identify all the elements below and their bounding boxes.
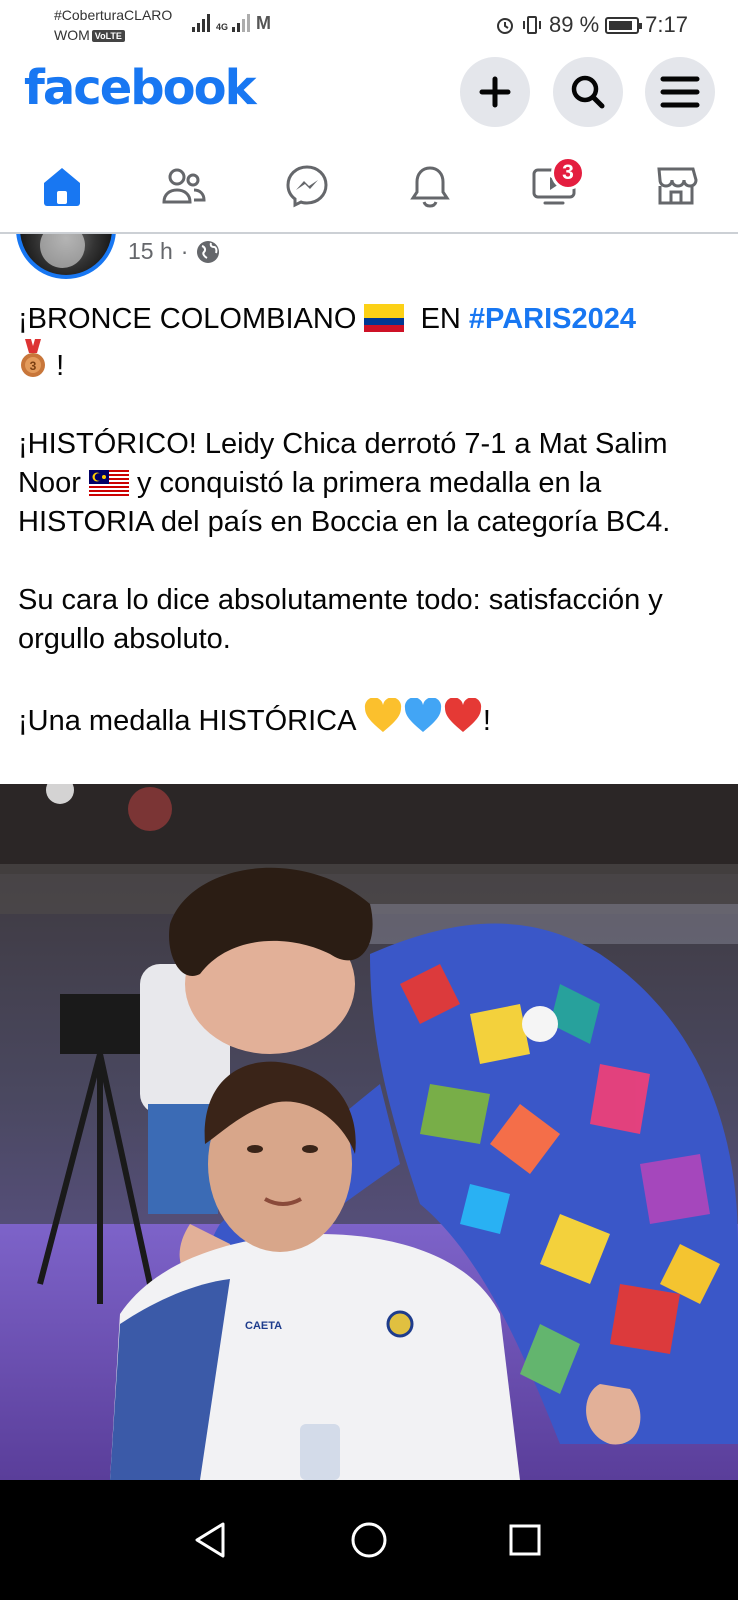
app-header: facebook (0, 52, 738, 132)
tab-marketplace[interactable] (641, 158, 711, 214)
battery-percent: 89 % (549, 12, 600, 37)
home-icon (44, 168, 80, 206)
menu-icon (660, 76, 700, 108)
home-circle-icon (351, 1522, 387, 1558)
back-button[interactable] (180, 1510, 240, 1570)
carrier-name-2: WOM (54, 27, 90, 43)
create-button[interactable] (460, 57, 530, 127)
vibrate-icon (523, 16, 542, 34)
menu-button[interactable] (645, 57, 715, 127)
plus-icon (479, 76, 511, 108)
back-icon (195, 1522, 225, 1558)
hashtag-link[interactable]: #PARIS2024 (469, 303, 636, 335)
post-text: ¡BRONCE COLOMBIANO EN #PARIS2024 3 ! ¡HI… (18, 300, 718, 741)
video-badge: 3 (551, 156, 585, 190)
home-nav-button[interactable] (339, 1510, 399, 1570)
post-header: 15 h · (0, 234, 738, 284)
marketplace-icon (657, 167, 698, 205)
search-button[interactable] (553, 57, 623, 127)
title-text: ¡BRONCE COLOMBIANO (18, 303, 357, 335)
post-meta: 15 h · (128, 238, 220, 265)
network-type: 4G (216, 22, 229, 32)
friends-icon (162, 168, 206, 204)
red-heart-icon (444, 698, 481, 732)
signal-icon (192, 14, 210, 32)
body-text-3-end: ! (482, 705, 491, 737)
search-icon (571, 75, 605, 109)
recents-button[interactable] (495, 1510, 555, 1570)
meta-separator: · (180, 238, 189, 264)
post-time[interactable]: 15 h (128, 238, 173, 265)
post-title-line: ¡BRONCE COLOMBIANO EN #PARIS2024 (18, 300, 718, 339)
status-right: 89 % 7:17 (495, 12, 688, 38)
battery-icon (605, 16, 643, 34)
tab-notifications[interactable] (395, 158, 465, 214)
title-end: ! (56, 350, 65, 382)
yellow-heart-icon (364, 698, 401, 732)
body-text-3: ¡Una medalla HISTÓRICA (18, 705, 355, 737)
svg-text:3: 3 (30, 359, 37, 373)
globe-icon (197, 240, 220, 263)
carrier-info: #CoberturaCLARO WOM VoLTE (54, 5, 172, 45)
tab-home[interactable] (27, 158, 97, 214)
tab-friends[interactable] (149, 158, 219, 214)
title-en: EN (420, 303, 461, 335)
post-body-2: Su cara lo dice absolutamente todo: sati… (18, 584, 663, 655)
facebook-logo[interactable]: facebook (24, 60, 257, 116)
post-body-1: ¡HISTÓRICO! Leidy Chica derrotó 7-1 a Ma… (18, 425, 718, 542)
photo-illustration: CAETA (0, 784, 738, 1480)
carrier-name-1: #CoberturaCLARO (54, 7, 173, 23)
signal-icon (232, 14, 251, 32)
colombia-flag-icon (364, 304, 405, 332)
status-bar: #CoberturaCLARO WOM VoLTE 4G M 89 % 7:17 (0, 0, 738, 52)
battery-fill (609, 20, 633, 30)
tab-video[interactable]: 3 (519, 156, 589, 214)
signal-icons: 4G M (192, 14, 271, 32)
clock: 7:17 (645, 12, 688, 37)
notifications-icon (410, 166, 450, 208)
shirt-text: CAETA (245, 1320, 282, 1332)
bronze-medal-icon: 3 (21, 339, 45, 377)
malaysia-flag-icon (88, 470, 129, 496)
recents-icon (509, 1524, 541, 1556)
gmail-icon: M (256, 13, 272, 33)
main-tabs: 3 (0, 148, 738, 234)
volte-badge: VoLTE (91, 30, 125, 42)
post-title-line-2: 3 ! (18, 339, 718, 386)
system-navbar (0, 1480, 738, 1600)
blue-heart-icon (404, 698, 441, 732)
post-photo[interactable]: CAETA (0, 784, 738, 1480)
alarm-icon (497, 18, 514, 34)
messenger-icon (286, 165, 328, 208)
post-body-3: ¡Una medalla HISTÓRICA ! (18, 698, 718, 741)
tab-messenger[interactable] (272, 158, 342, 214)
page-avatar[interactable] (16, 234, 116, 279)
